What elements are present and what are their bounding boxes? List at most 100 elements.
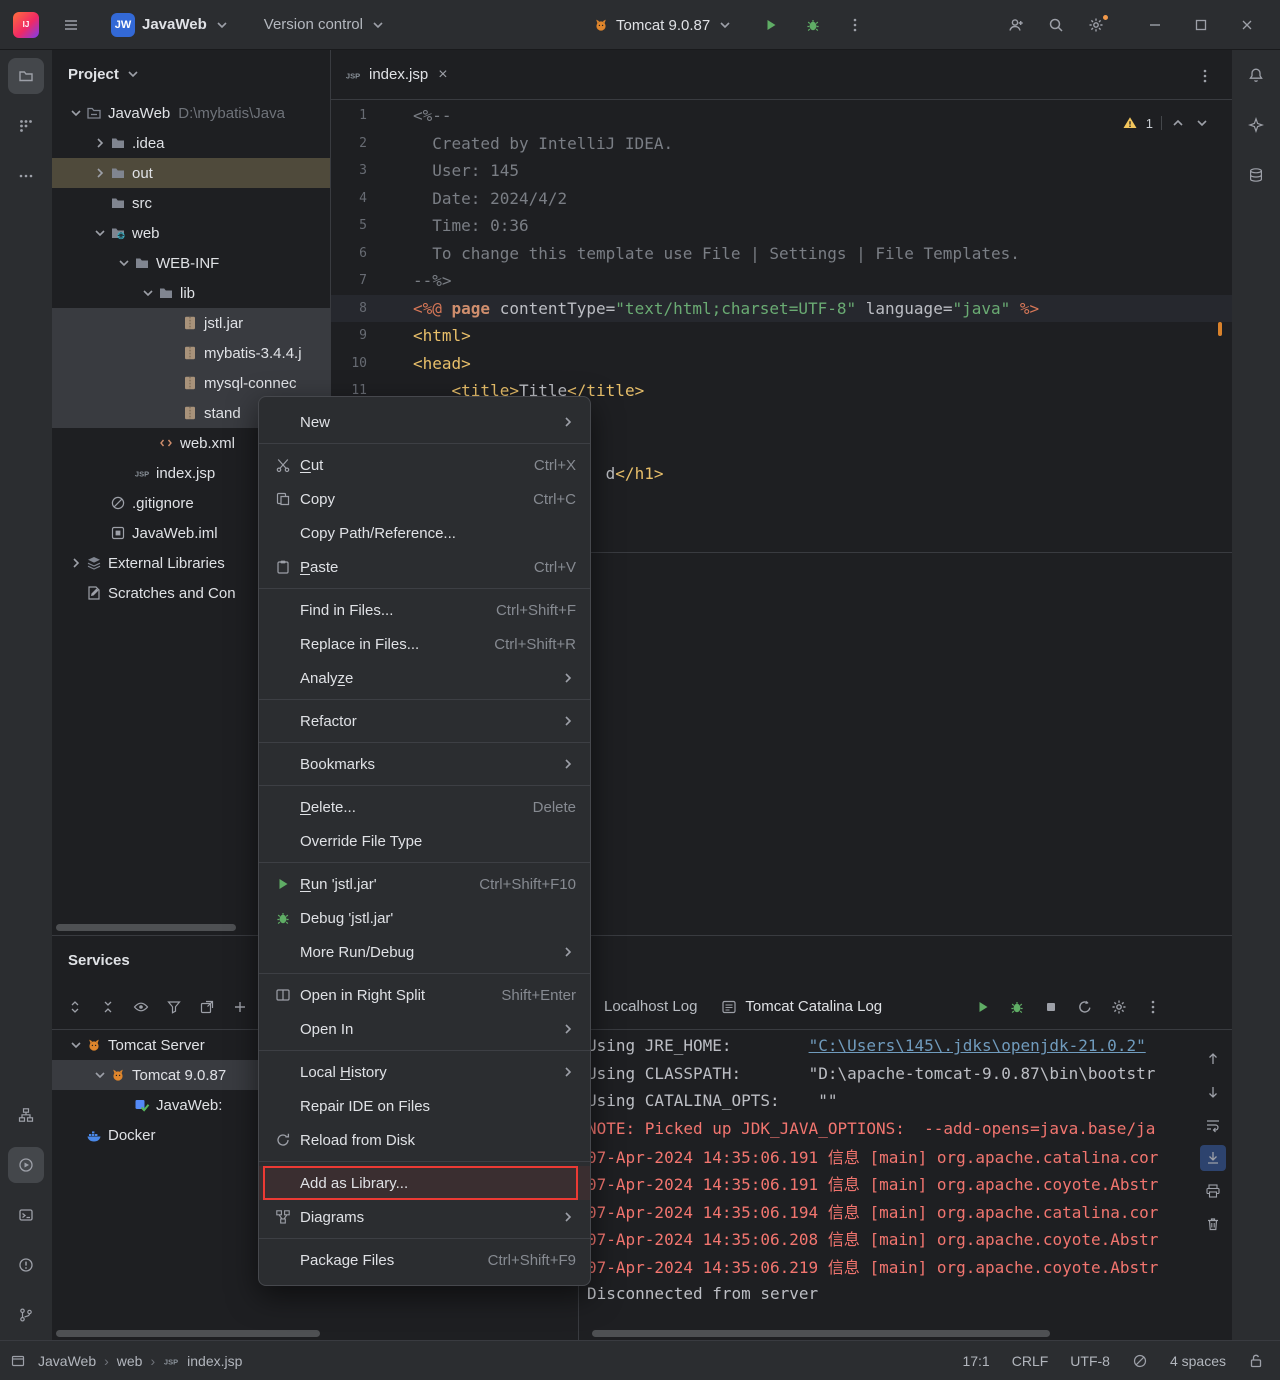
console-softwrap-button[interactable] <box>1200 1112 1226 1138</box>
code-line[interactable]: 10<head> <box>331 350 1232 378</box>
chevron-right-icon[interactable] <box>90 135 110 151</box>
menu-item-refactor[interactable]: Refactor <box>259 704 590 738</box>
maximize-button[interactable] <box>1178 0 1224 50</box>
console-printer-button[interactable] <box>1200 1178 1226 1204</box>
breadcrumb-item[interactable]: web <box>117 1353 143 1369</box>
vcs-widget[interactable]: Version control <box>256 8 394 42</box>
tab-tomcat-catalina-log[interactable]: Tomcat Catalina Log <box>709 984 894 1030</box>
tool-more-tools-button[interactable] <box>8 158 44 194</box>
tool-database-button[interactable] <box>1238 157 1274 193</box>
console-output[interactable]: Using JRE_HOME: "C:\Users\145\.jdks\open… <box>579 1032 1180 1330</box>
chevron-down-icon[interactable] <box>138 285 158 301</box>
services-collapse-all-button[interactable] <box>95 994 121 1020</box>
code-with-me-button[interactable] <box>998 7 1034 43</box>
services-eye-button[interactable] <box>128 994 154 1020</box>
project-horizontal-scrollbar[interactable] <box>56 924 236 931</box>
tool-ai-assistant-button[interactable] <box>1238 107 1274 143</box>
tool-hierarchy-button[interactable] <box>8 1097 44 1133</box>
settings-button[interactable] <box>1078 7 1114 43</box>
menu-item-find-in-files[interactable]: Find in Files...Ctrl+Shift+F <box>259 593 590 627</box>
minimize-button[interactable] <box>1132 0 1178 50</box>
tool-terminal-button[interactable] <box>8 1197 44 1233</box>
tree-item-javaweb[interactable]: JavaWebD:\mybatis\Java <box>52 98 330 128</box>
tool-notifications-button[interactable] <box>1238 57 1274 93</box>
code-line[interactable]: 8<%@ page contentType="text/html;charset… <box>331 295 1232 323</box>
code-line[interactable]: 5 Time: 0:36 <box>331 212 1232 240</box>
code-line[interactable]: 2 Created by IntelliJ IDEA. <box>331 130 1232 158</box>
tool-version-control-button[interactable] <box>8 1297 44 1333</box>
inspections-widget[interactable]: 1 <box>1116 110 1216 136</box>
tool-services-button[interactable] <box>8 1147 44 1183</box>
line-separator[interactable]: CRLF <box>1012 1353 1049 1369</box>
code-line[interactable]: 3 User: 145 <box>331 157 1232 185</box>
console-trash-button[interactable] <box>1200 1211 1226 1237</box>
console-debug-button[interactable] <box>1004 994 1030 1020</box>
menu-item-paste[interactable]: PasteCtrl+V <box>259 550 590 584</box>
console-run-button[interactable] <box>970 994 996 1020</box>
console-gear-button[interactable] <box>1106 994 1132 1020</box>
editor-options-button[interactable] <box>1192 63 1218 89</box>
indent-style[interactable]: 4 spaces <box>1170 1353 1226 1369</box>
tab-index-jsp[interactable]: JSP index.jsp × <box>333 50 460 100</box>
tool-structure-button[interactable] <box>8 108 44 144</box>
code-line[interactable]: 6 To change this template use File | Set… <box>331 240 1232 268</box>
menu-item-new[interactable]: New <box>259 405 590 439</box>
run-configuration-selector[interactable]: Tomcat 9.0.87 <box>585 8 741 42</box>
services-plus-button[interactable] <box>227 994 253 1020</box>
menu-item-override-file-type[interactable]: Override File Type <box>259 824 590 858</box>
previous-problem-icon[interactable] <box>1170 115 1186 131</box>
services-expand-all-button[interactable] <box>62 994 88 1020</box>
menu-item-bookmarks[interactable]: Bookmarks <box>259 747 590 781</box>
console-rerun-button[interactable] <box>1072 994 1098 1020</box>
file-encoding[interactable]: UTF-8 <box>1070 1353 1110 1369</box>
tab-localhost-log[interactable]: Localhost Log <box>592 984 709 1030</box>
tree-item-jstl-jar[interactable]: jstl.jar <box>52 308 330 338</box>
project-panel-header[interactable]: Project <box>52 50 330 98</box>
tree-item-mybatis-3-4-4-j[interactable]: mybatis-3.4.4.j <box>52 338 330 368</box>
chevron-right-icon[interactable] <box>66 555 86 571</box>
tree-item-out[interactable]: out <box>52 158 330 188</box>
services-filter-button[interactable] <box>161 994 187 1020</box>
menu-item-delete[interactable]: Delete...Delete <box>259 790 590 824</box>
readonly-toggle[interactable] <box>1248 1353 1264 1369</box>
tree-item-lib[interactable]: lib <box>52 278 330 308</box>
tool-problems-button[interactable] <box>8 1247 44 1283</box>
menu-item-analyze[interactable]: Analyze <box>259 661 590 695</box>
menu-item-copy[interactable]: CopyCtrl+C <box>259 482 590 516</box>
menu-item-package-files[interactable]: Package FilesCtrl+Shift+F9 <box>259 1243 590 1277</box>
menu-item-repair-ide-on-files[interactable]: Repair IDE on Files <box>259 1089 590 1123</box>
error-stripe-mark[interactable] <box>1218 322 1222 336</box>
services-open-new-button[interactable] <box>194 994 220 1020</box>
menu-item-replace-in-files[interactable]: Replace in Files...Ctrl+Shift+R <box>259 627 590 661</box>
run-button[interactable] <box>753 7 789 43</box>
more-run-actions-button[interactable] <box>837 7 873 43</box>
menu-item-cut[interactable]: CutCtrl+X <box>259 448 590 482</box>
chevron-down-icon[interactable] <box>114 255 134 271</box>
console-arrow-up-button[interactable] <box>1200 1046 1226 1072</box>
close-tab-icon[interactable]: × <box>438 66 447 84</box>
menu-item-diagrams[interactable]: Diagrams <box>259 1200 590 1234</box>
next-problem-icon[interactable] <box>1194 115 1210 131</box>
chevron-right-icon[interactable] <box>90 165 110 181</box>
main-menu-button[interactable] <box>53 7 89 43</box>
chevron-down-icon[interactable] <box>90 225 110 241</box>
code-line[interactable]: 1<%-- <box>331 102 1232 130</box>
menu-item-run-jstl-jar[interactable]: Run 'jstl.jar'Ctrl+Shift+F10 <box>259 867 590 901</box>
services-horizontal-scrollbar[interactable] <box>56 1330 320 1337</box>
menu-item-more-run-debug[interactable]: More Run/Debug <box>259 935 590 969</box>
code-line[interactable]: 7--%> <box>331 267 1232 295</box>
chevron-down-icon[interactable] <box>66 1037 86 1053</box>
tree-item-web-inf[interactable]: WEB-INF <box>52 248 330 278</box>
console-stop-button[interactable] <box>1038 994 1064 1020</box>
console-kebab-button[interactable] <box>1140 994 1166 1020</box>
menu-item-add-as-library[interactable]: Add as Library... <box>259 1166 590 1200</box>
tree-item-mysql-connec[interactable]: mysql-connec <box>52 368 330 398</box>
search-everywhere-button[interactable] <box>1038 7 1074 43</box>
debug-button[interactable] <box>795 7 831 43</box>
close-button[interactable] <box>1224 0 1270 50</box>
menu-item-local-history[interactable]: Local History <box>259 1055 590 1089</box>
menu-item-open-in-right-split[interactable]: Open in Right SplitShift+Enter <box>259 978 590 1012</box>
chevron-down-icon[interactable] <box>66 105 86 121</box>
console-link[interactable]: "C:\Users\145\.jdks\openjdk-21.0.2" <box>809 1036 1146 1055</box>
console-horizontal-scrollbar[interactable] <box>592 1330 1050 1337</box>
